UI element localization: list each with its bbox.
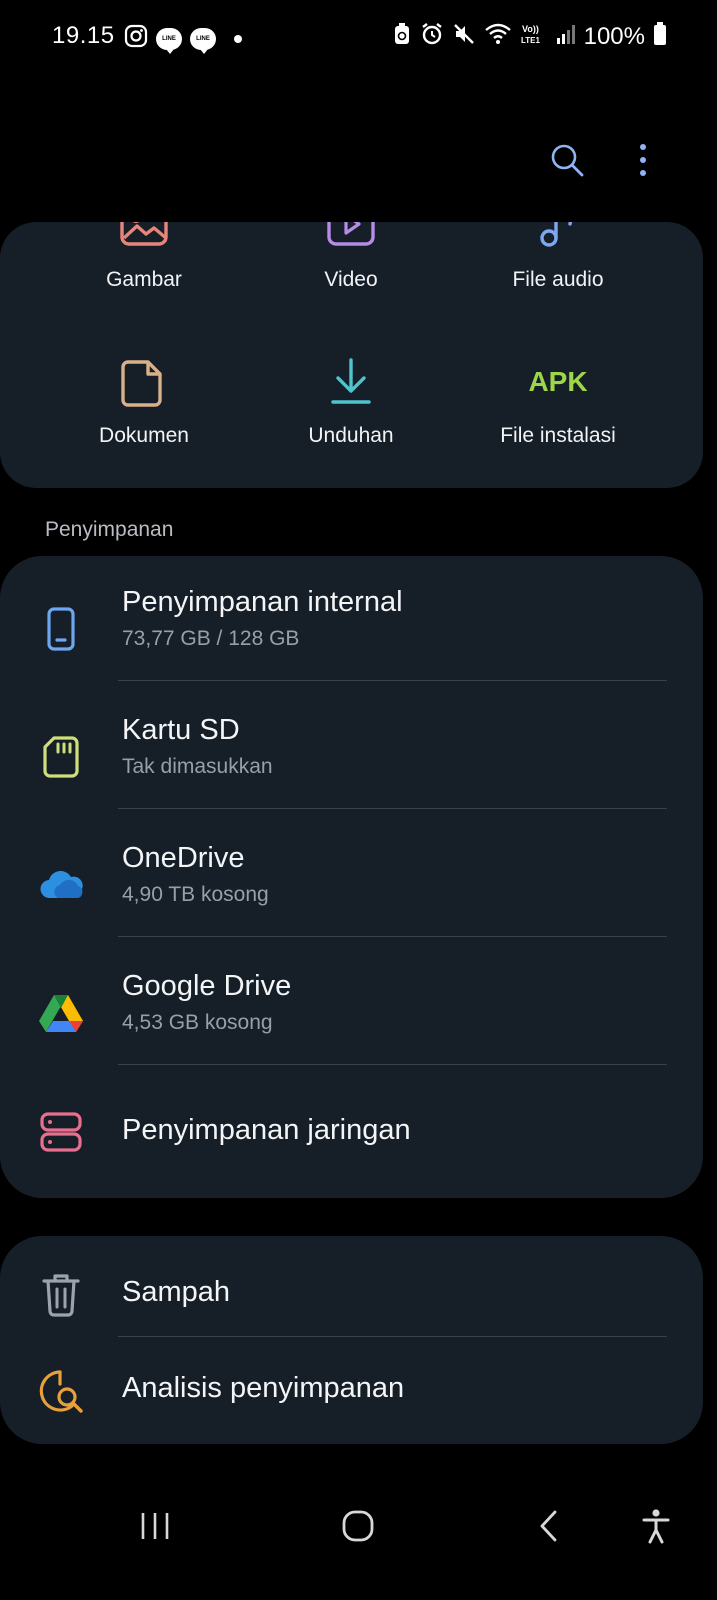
utility-item-title: Analisis penyimpanan (122, 1372, 405, 1404)
music-note-icon (530, 222, 586, 254)
accessibility-icon[interactable] (634, 1504, 678, 1548)
storage-item-onedrive[interactable]: OneDrive 4,90 TB kosong (0, 830, 703, 940)
divider (118, 1064, 667, 1065)
download-icon (323, 354, 379, 410)
storage-item-sd-card[interactable]: Kartu SD Tak dimasukkan (0, 702, 703, 812)
category-unduhan[interactable]: Unduhan (251, 354, 451, 448)
section-title-storage: Penyimpanan (45, 518, 174, 541)
status-notification-icons: LINE LINE (124, 24, 242, 54)
category-label: File audio (512, 268, 604, 291)
phone-icon (38, 606, 84, 652)
home-icon[interactable] (336, 1504, 380, 1548)
utility-item-storage-analysis[interactable]: Analisis penyimpanan (0, 1344, 703, 1440)
mute-icon (452, 22, 476, 51)
utilities-card: Sampah Analisis penyimpanan (0, 1236, 703, 1444)
category-gambar[interactable]: Gambar (44, 222, 244, 292)
document-icon (116, 354, 172, 410)
utility-item-trash[interactable]: Sampah (0, 1246, 703, 1342)
sd-card-icon (38, 734, 84, 780)
apk-icon: APK (528, 354, 588, 410)
category-file-audio[interactable]: File audio (458, 222, 658, 292)
wifi-icon (484, 22, 512, 51)
storage-item-subtitle: Tak dimasukkan (122, 755, 273, 778)
alarm-icon (420, 22, 444, 51)
category-label: Gambar (106, 268, 182, 291)
category-video[interactable]: Video (251, 222, 451, 292)
status-bar: 19.15 LINE LINE Vo)) LTE1 100% (0, 0, 717, 76)
category-label: Unduhan (308, 424, 394, 447)
network-storage-icon (38, 1109, 84, 1155)
divider (118, 936, 667, 937)
category-label: File instalasi (500, 424, 616, 447)
storage-card: Penyimpanan internal 73,77 GB / 128 GB K… (0, 556, 703, 1198)
line-icon: LINE (190, 27, 216, 54)
storage-item-network[interactable]: Penyimpanan jaringan (0, 1086, 703, 1178)
status-time: 19.15 (52, 22, 115, 49)
saver-icon (392, 22, 412, 51)
line-icon: LINE (156, 27, 182, 54)
image-icon (116, 222, 172, 254)
storage-item-subtitle: 73,77 GB / 128 GB (122, 627, 300, 650)
storage-item-google-drive[interactable]: Google Drive 4,53 GB kosong (0, 958, 703, 1068)
storage-item-title: OneDrive (122, 842, 245, 874)
utility-item-title: Sampah (122, 1276, 231, 1308)
storage-item-title: Google Drive (122, 970, 292, 1002)
recents-icon[interactable] (133, 1504, 177, 1548)
svg-text:Vo)): Vo)) (522, 24, 539, 34)
category-label: Video (324, 268, 378, 291)
toolbar-actions (547, 140, 663, 180)
storage-item-subtitle: 4,53 GB kosong (122, 1011, 273, 1034)
trash-icon (38, 1271, 84, 1317)
google-drive-icon (38, 990, 84, 1036)
battery-icon (653, 22, 667, 51)
battery-percent: 100% (583, 22, 645, 50)
storage-item-internal[interactable]: Penyimpanan internal 73,77 GB / 128 GB (0, 574, 703, 684)
categories-card: Gambar Video File audio Dokumen Unduhan … (0, 222, 703, 488)
video-icon (323, 222, 379, 254)
signal-icon (556, 22, 576, 51)
storage-item-title: Penyimpanan internal (122, 586, 403, 618)
more-vertical-icon[interactable] (623, 140, 663, 180)
volte-icon: Vo)) LTE1 (520, 22, 548, 51)
back-icon[interactable] (527, 1504, 571, 1548)
status-system-icons: Vo)) LTE1 100% (392, 22, 667, 51)
svg-text:LTE1: LTE1 (521, 36, 541, 45)
category-label: Dokumen (99, 424, 189, 447)
divider (118, 1336, 667, 1337)
navigation-bar (0, 1490, 717, 1560)
category-dokumen[interactable]: Dokumen (44, 354, 244, 448)
storage-analysis-icon (38, 1369, 84, 1415)
instagram-icon (124, 24, 148, 53)
notification-dot (234, 34, 242, 43)
onedrive-icon (38, 862, 84, 908)
storage-item-title: Penyimpanan jaringan (122, 1114, 411, 1146)
category-file-instalasi[interactable]: APK File instalasi (458, 354, 658, 448)
divider (118, 808, 667, 809)
search-icon[interactable] (547, 140, 587, 180)
apk-icon-text: APK (528, 366, 588, 397)
storage-item-title: Kartu SD (122, 714, 240, 746)
divider (118, 680, 667, 681)
storage-item-subtitle: 4,90 TB kosong (122, 883, 269, 906)
